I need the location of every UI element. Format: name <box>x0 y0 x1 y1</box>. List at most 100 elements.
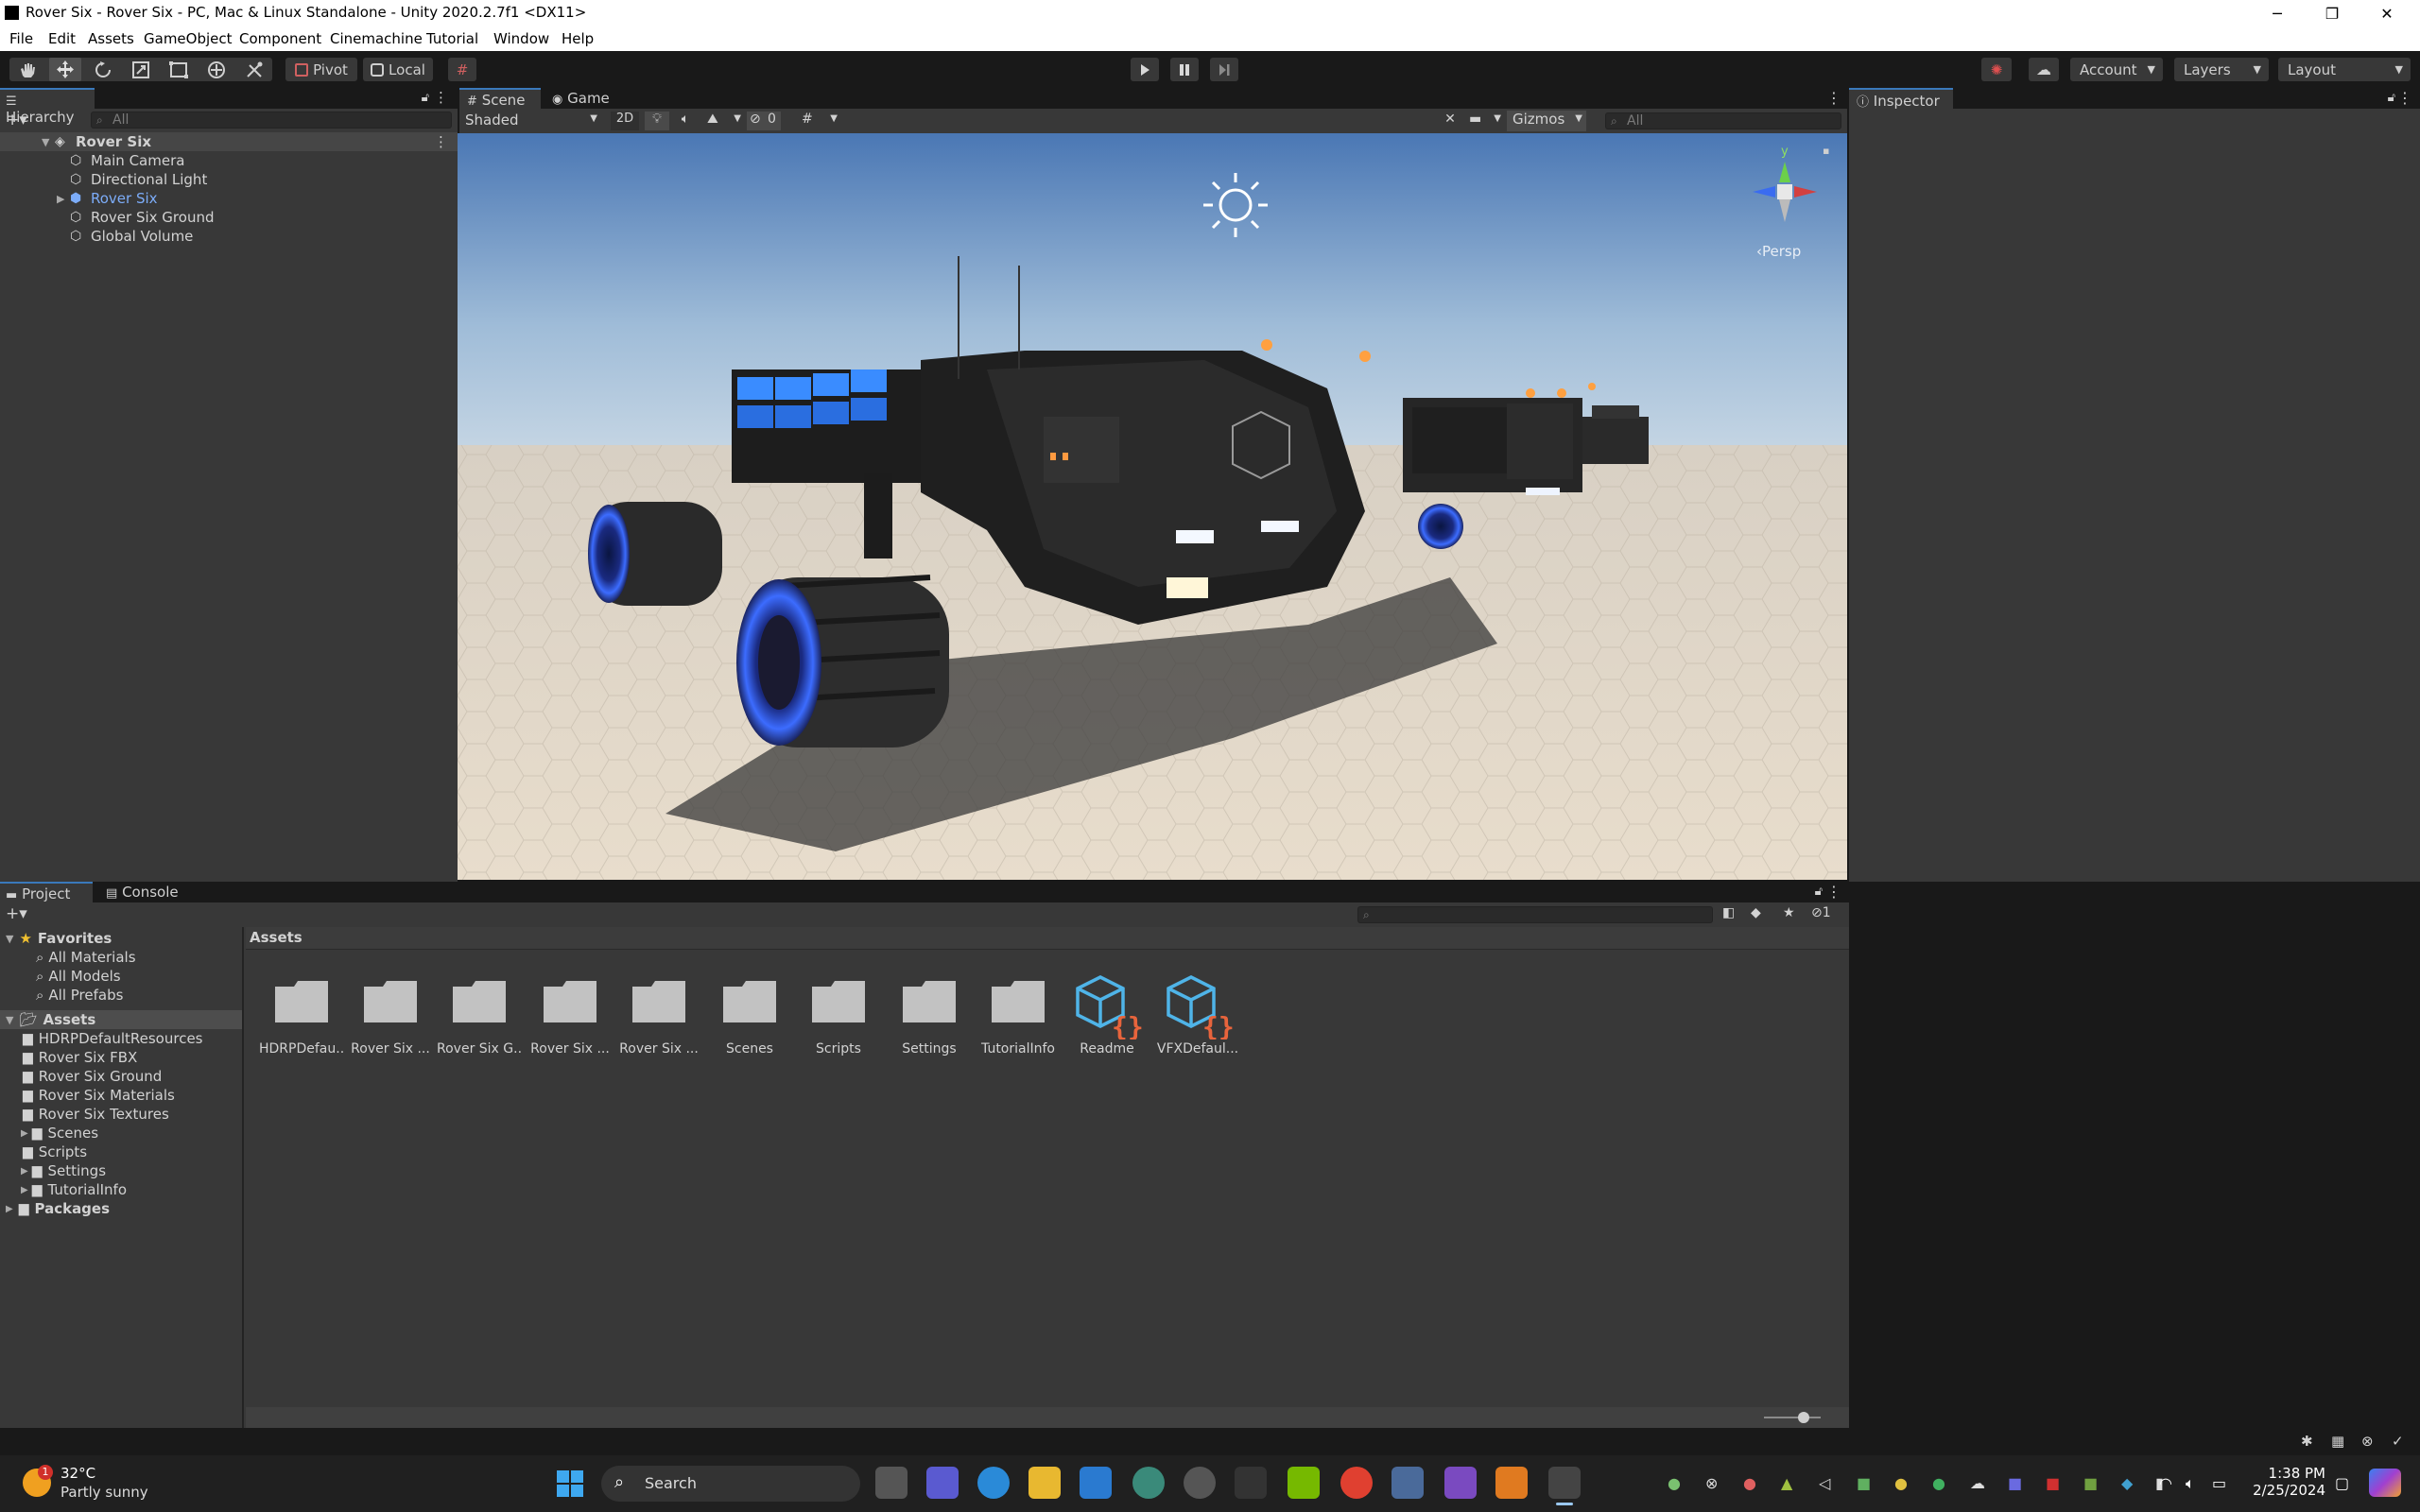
expand-arrow-icon[interactable]: ▶ <box>6 1204 13 1214</box>
copilot-icon[interactable] <box>2369 1469 2401 1497</box>
task-view-icon[interactable] <box>875 1467 908 1499</box>
menu-assets[interactable]: Assets <box>88 30 134 47</box>
check-icon[interactable]: ✓ <box>2392 1433 2404 1450</box>
lock-icon[interactable]: ▪ <box>1823 145 1829 157</box>
layout-dropdown[interactable]: Layout ▼ <box>2278 58 2411 81</box>
kebab-menu-icon[interactable]: ⋮ <box>1826 89 1841 107</box>
menu-help[interactable]: Help <box>562 30 594 47</box>
grid-snap-button[interactable]: # <box>448 58 476 81</box>
tree-asset-folder[interactable]: ▆ Rover Six Ground <box>23 1067 162 1086</box>
expand-arrow-icon[interactable]: ▶ <box>21 1128 28 1139</box>
close-button[interactable]: ✕ <box>2360 0 2414 26</box>
hidden-objects-toggle[interactable]: ⊘ 0 <box>747 112 781 130</box>
tab-inspector[interactable]: ⓘ Inspector <box>1849 88 1953 110</box>
tree-favorite-item[interactable]: ⌕ All Models <box>36 967 121 986</box>
menu-window[interactable]: Window <box>493 30 549 47</box>
asset-folder-tile[interactable]: Scenes <box>707 973 792 1068</box>
lighting-toggle[interactable]: 💡︎ <box>645 112 669 130</box>
xbox-icon[interactable]: ⊗ <box>1705 1474 1718 1492</box>
pivot-toggle[interactable]: Pivot <box>285 58 357 81</box>
alienware-icon[interactable] <box>1184 1467 1216 1499</box>
breadcrumb-assets[interactable]: Assets <box>250 929 302 946</box>
audio-toggle[interactable]: 🔈︎ <box>673 112 698 130</box>
asset-script-tile[interactable]: {} Readme <box>1064 973 1150 1068</box>
lock-icon[interactable]: 🔓︎ <box>422 91 429 105</box>
icon-size-slider[interactable] <box>1764 1412 1821 1423</box>
gizmos-dropdown[interactable]: Gizmos ▼ <box>1507 111 1586 131</box>
tab-console[interactable]: ▤ Console <box>98 882 191 902</box>
scene-viewport[interactable]: y ▪ ‹Persp <box>458 133 1847 880</box>
project-add-button[interactable]: +▾ <box>6 904 27 923</box>
tree-asset-folder[interactable]: ▆ Rover Six Materials <box>23 1086 175 1105</box>
2d-toggle[interactable]: 2D <box>611 112 639 130</box>
wifi-icon[interactable]: ◠ <box>2159 1474 2172 1492</box>
favorite-star-icon[interactable]: ★ <box>1783 905 1795 920</box>
onedrive-icon[interactable]: ☁ <box>1970 1474 1985 1492</box>
hand-tool-icon[interactable] <box>13 60 42 79</box>
menu-component[interactable]: Component <box>239 30 321 47</box>
expand-arrow-icon[interactable]: ▶ <box>21 1185 28 1195</box>
windows-start-icon[interactable] <box>554 1468 586 1500</box>
menu-tutorial[interactable]: Tutorial <box>426 30 478 47</box>
tree-asset-folder[interactable]: ▆ Rover Six Textures <box>23 1105 169 1124</box>
step-button[interactable] <box>1210 58 1238 81</box>
scene-search-input[interactable]: ⌕ All <box>1605 112 1841 129</box>
tray-app-icon[interactable]: ● <box>1932 1474 1945 1492</box>
tree-asset-folder[interactable]: ▆ HDRPDefaultResources <box>23 1029 203 1048</box>
hierarchy-item-global-volume[interactable]: ⬡ Global Volume <box>0 227 458 246</box>
app-dark-icon[interactable] <box>1235 1467 1267 1499</box>
tab-scene[interactable]: # Scene <box>459 88 541 109</box>
menu-cinemachine[interactable]: Cinemachine <box>330 30 423 47</box>
tray-app-icon[interactable]: ■ <box>1857 1474 1871 1492</box>
unity-taskbar-icon[interactable] <box>1548 1467 1581 1499</box>
tab-hierarchy[interactable]: ☰ Hierarchy <box>0 88 95 126</box>
hidden-packages-toggle[interactable]: ⊘1 <box>1811 905 1831 920</box>
tray-app-icon[interactable]: ▲ <box>1781 1474 1792 1492</box>
tray-app-icon[interactable]: ■ <box>2083 1474 2098 1492</box>
app-globe-icon[interactable] <box>1132 1467 1165 1499</box>
tree-asset-folder[interactable]: ▆ Scripts <box>23 1143 87 1161</box>
custom-tool-icon[interactable] <box>242 60 267 79</box>
hierarchy-item-rover-six[interactable]: ▶ ⬢ Rover Six <box>0 189 458 208</box>
minimize-button[interactable]: ─ <box>2250 0 2305 26</box>
tree-favorite-item[interactable]: ⌕ All Materials <box>36 948 136 967</box>
bug-icon[interactable]: ✱ <box>2301 1433 2313 1450</box>
kebab-menu-icon[interactable]: ⋮ <box>1826 883 1841 901</box>
menu-edit[interactable]: Edit <box>48 30 76 47</box>
collab-button[interactable]: ✺ <box>1981 58 2012 81</box>
battery-icon[interactable]: ▭ <box>2212 1474 2226 1492</box>
account-dropdown[interactable]: Account ▼ <box>2070 58 2163 81</box>
tree-asset-folder[interactable]: ▆ Rover Six FBX <box>23 1048 137 1067</box>
scale-tool-icon[interactable] <box>129 60 153 79</box>
projection-label[interactable]: ‹Persp <box>1756 243 1801 260</box>
kebab-menu-icon[interactable]: ⋮ <box>2397 89 2412 107</box>
tree-asset-folder[interactable]: ▶ ▆ Settings <box>21 1161 106 1180</box>
kebab-menu-icon[interactable]: ⋮ <box>434 89 448 106</box>
rect-tool-icon[interactable] <box>166 60 191 79</box>
lock-icon[interactable]: 🔓︎ <box>2388 91 2395 105</box>
grid-dropdown[interactable]: # ▼ <box>798 112 839 130</box>
tray-app-icon[interactable]: ● <box>1668 1474 1681 1492</box>
asset-folder-tile[interactable]: Settings <box>887 973 972 1068</box>
db-icon[interactable]: ▦ <box>2331 1433 2344 1450</box>
file-explorer-icon[interactable] <box>1028 1467 1061 1499</box>
tree-favorite-item[interactable]: ⌕ All Prefabs <box>36 986 123 1005</box>
camera-dropdown[interactable]: ▬ ▼ <box>1467 112 1503 130</box>
pause-button[interactable] <box>1170 58 1199 81</box>
filter-by-label-icon[interactable]: ◆ <box>1751 905 1761 920</box>
hierarchy-item-main-camera[interactable]: ⬡ Main Camera <box>0 151 458 170</box>
hierarchy-item-directional-light[interactable]: ⬡ Directional Light <box>0 170 458 189</box>
hierarchy-scene-row[interactable]: ▼ ◈ Rover Six ⋮ <box>0 132 458 151</box>
slider-handle[interactable] <box>1798 1412 1809 1423</box>
edge-browser-icon[interactable] <box>977 1467 1010 1499</box>
shading-mode-dropdown[interactable]: Shaded ▼ <box>461 112 603 130</box>
kebab-menu-icon[interactable]: ⋮ <box>434 133 448 150</box>
menu-gameobject[interactable]: GameObject <box>144 30 233 47</box>
asset-folder-tile[interactable]: Rover Six ... <box>527 973 613 1068</box>
expand-arrow-icon[interactable]: ▶ <box>57 193 64 205</box>
teams-tray-icon[interactable]: ■ <box>2008 1474 2022 1492</box>
notification-icon[interactable]: ▢ <box>2335 1474 2349 1492</box>
transform-tool-icon[interactable] <box>204 60 229 79</box>
security-shield-icon[interactable]: ◆ <box>2121 1474 2133 1492</box>
local-toggle[interactable]: Local <box>363 58 433 81</box>
